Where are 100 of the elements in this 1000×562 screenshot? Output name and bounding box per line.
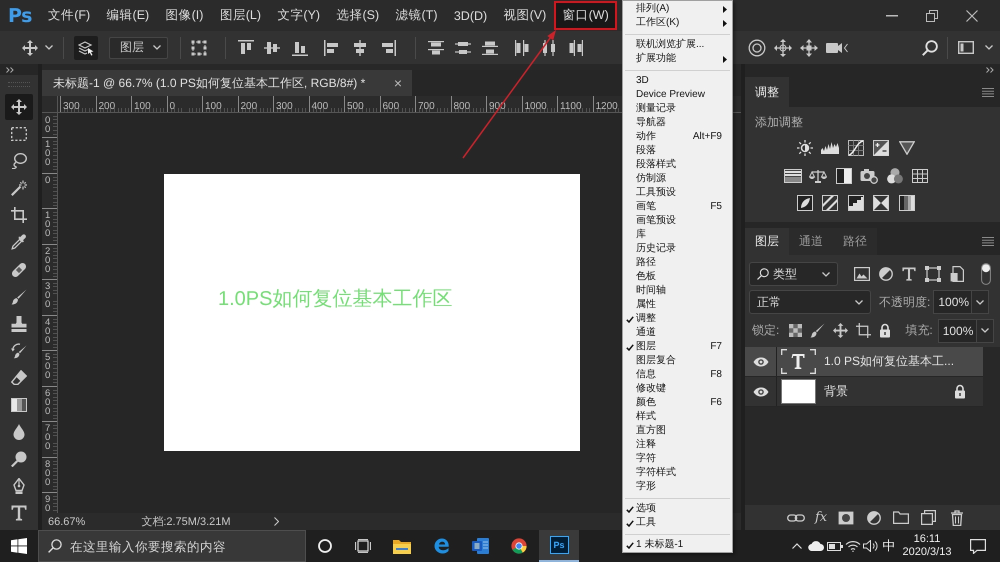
- menu-item[interactable]: 通道: [636, 327, 656, 339]
- lock-icon[interactable]: [879, 323, 892, 338]
- menu-item[interactable]: 工具预设: [636, 187, 676, 199]
- menu-item[interactable]: 颜色: [636, 397, 656, 409]
- battery-icon[interactable]: [826, 542, 842, 550]
- menu-item[interactable]: 3D(D): [446, 1, 496, 30]
- brush-icon[interactable]: [810, 323, 826, 338]
- move-icon[interactable]: [22, 40, 38, 56]
- layer-row[interactable]: 1.0 PS如何复位基本工...: [745, 347, 983, 377]
- transform-box-icon[interactable]: [191, 40, 207, 56]
- taskbar-app-button[interactable]: Ps: [539, 530, 579, 562]
- menu-item[interactable]: 段落样式: [636, 159, 676, 171]
- menu-item[interactable]: 3D: [636, 75, 649, 87]
- wifi-icon[interactable]: [845, 540, 861, 552]
- type-icon[interactable]: [902, 267, 916, 281]
- corner-box-icon[interactable]: [925, 266, 941, 282]
- panel-menu-icon[interactable]: [982, 237, 994, 246]
- menu-item[interactable]: 工具: [636, 517, 656, 529]
- align-right-icon[interactable]: [380, 40, 396, 56]
- menu-item[interactable]: 动作: [636, 131, 656, 143]
- menu-item[interactable]: 视图(V): [495, 1, 554, 30]
- menu-item[interactable]: 路径: [636, 257, 656, 269]
- caret-icon[interactable]: [985, 45, 993, 50]
- menu-item[interactable]: 排列(A): [636, 3, 670, 15]
- menu-item[interactable]: 调整: [636, 313, 656, 325]
- menu-item[interactable]: 字符样式: [636, 467, 676, 479]
- panel-tab[interactable]: 路径: [833, 228, 877, 255]
- menu-item[interactable]: 图层复合: [636, 355, 676, 367]
- menu-item[interactable]: 图层(L): [212, 1, 270, 30]
- menu-item[interactable]: 1 未标题-1: [636, 539, 684, 551]
- menu-item[interactable]: 历史记录: [636, 243, 676, 255]
- panel-tab[interactable]: 调整: [745, 77, 789, 107]
- effects-button[interactable]: fx: [815, 510, 828, 525]
- tool-button[interactable]: [5, 94, 33, 120]
- half-circle-icon[interactable]: [879, 267, 893, 281]
- menu-item[interactable]: 直方图: [636, 425, 666, 437]
- panel-menu-icon[interactable]: [982, 88, 994, 96]
- camera-icon[interactable]: [860, 168, 878, 184]
- panel-tab[interactable]: 通道: [789, 228, 833, 255]
- zoom-level[interactable]: 66.67%: [48, 516, 86, 528]
- search-icon[interactable]: [922, 40, 938, 56]
- eye-icon[interactable]: [752, 356, 768, 366]
- menu-item[interactable]: 扩展功能: [636, 53, 676, 65]
- menu-item[interactable]: 编辑(E): [98, 1, 158, 30]
- checkerboard-icon[interactable]: [789, 324, 802, 337]
- align-center-icon[interactable]: [352, 40, 368, 56]
- clock-time[interactable]: 16:11: [914, 533, 940, 546]
- distribute-top-icon[interactable]: [428, 40, 444, 56]
- menu-item[interactable]: 样式: [636, 411, 656, 423]
- input-method-indicator[interactable]: 中: [882, 537, 896, 555]
- menu-item[interactable]: 修改键: [636, 383, 666, 395]
- scales-icon[interactable]: [809, 169, 827, 183]
- blend-mode-dropdown[interactable]: 正常: [749, 290, 871, 314]
- menu-item[interactable]: 画笔预设: [636, 215, 676, 227]
- notification-icon[interactable]: [970, 538, 986, 554]
- dropdown-button[interactable]: [976, 318, 994, 342]
- panel-tab[interactable]: 图层: [745, 228, 789, 255]
- menu-item[interactable]: 时间轴: [636, 285, 666, 297]
- page-icon[interactable]: [950, 266, 964, 282]
- distribute-left-icon[interactable]: [514, 40, 530, 56]
- auto-select-button[interactable]: [74, 36, 98, 60]
- menu-item[interactable]: 段落: [636, 145, 656, 157]
- menu-item[interactable]: 联机浏览扩展...: [636, 39, 704, 51]
- menu-item[interactable]: 文字(Y): [269, 1, 328, 30]
- layer-row[interactable]: 背景: [745, 377, 983, 407]
- menu-item[interactable]: 注释: [636, 439, 656, 451]
- toggle-switch-icon[interactable]: [981, 263, 991, 285]
- document-tab[interactable]: 未标题-1 @ 66.7% (1.0 PS如何复位基本工作区, RGB/8#) * ×: [42, 70, 412, 96]
- folder-icon[interactable]: [893, 511, 910, 524]
- orbit-icon[interactable]: [748, 38, 766, 56]
- workspace-icon[interactable]: [958, 41, 974, 54]
- gradient-square-icon[interactable]: [898, 195, 914, 211]
- menu-item[interactable]: Device Preview: [636, 89, 705, 101]
- histogram-icon[interactable]: [821, 142, 839, 154]
- half-circle-icon[interactable]: [867, 510, 882, 524]
- close-button[interactable]: ×: [394, 76, 402, 90]
- align-middle-icon[interactable]: [264, 40, 280, 56]
- distribute-bottom-icon[interactable]: [482, 40, 498, 56]
- distribute-center-icon[interactable]: [541, 40, 557, 56]
- slashed-square-icon[interactable]: [796, 195, 812, 211]
- menu-item[interactable]: 窗口(W): [554, 1, 617, 30]
- overlapping-circles-icon[interactable]: [886, 168, 902, 184]
- menu-item[interactable]: 选择(S): [328, 1, 388, 30]
- image-icon[interactable]: [854, 267, 870, 281]
- speaker-icon[interactable]: [863, 540, 879, 552]
- menu-item[interactable]: 属性: [636, 299, 656, 311]
- pan-arrows-icon[interactable]: [774, 38, 792, 56]
- slide-arrows-icon[interactable]: [800, 38, 818, 56]
- menu-item[interactable]: 图层: [636, 341, 656, 353]
- stairs-square-icon[interactable]: [848, 195, 864, 211]
- trash-icon[interactable]: [950, 510, 964, 526]
- search-field[interactable]: 在这里输入你要搜索的内容: [38, 530, 306, 562]
- distribute-middle-icon[interactable]: [455, 40, 471, 56]
- menu-item[interactable]: 导航器: [636, 117, 666, 129]
- bowtie-square-icon[interactable]: [873, 195, 889, 211]
- chevron-right-icon[interactable]: [274, 517, 279, 526]
- striped-square-icon[interactable]: [822, 195, 838, 211]
- link-icon[interactable]: [787, 512, 805, 522]
- menu-item[interactable]: 字形: [636, 481, 656, 493]
- chevron-up-icon[interactable]: [792, 543, 802, 549]
